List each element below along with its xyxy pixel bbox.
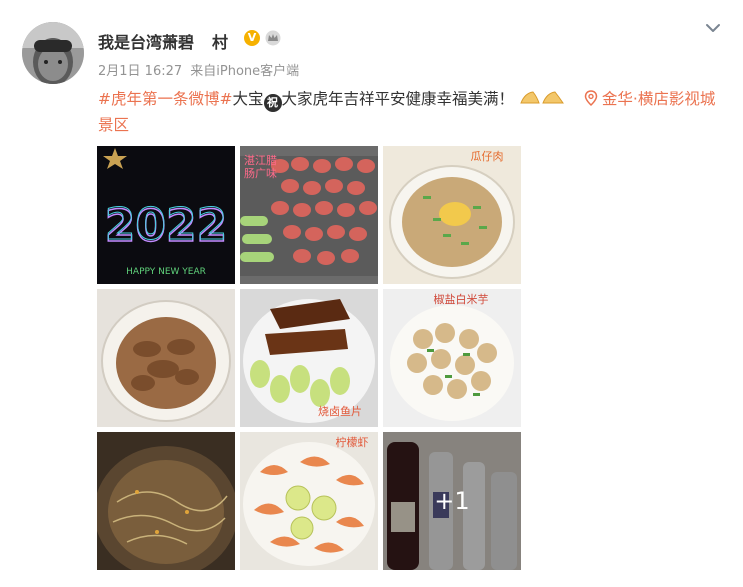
post-image-5[interactable]: 烧卤鱼片 bbox=[240, 289, 378, 427]
user-name-main[interactable]: 我是台湾萧碧 bbox=[98, 33, 194, 52]
post-image-3[interactable]: 瓜仔肉 bbox=[383, 146, 521, 284]
new-year-caption: HAPPY NEW YEAR bbox=[126, 267, 206, 277]
user-name-suffix[interactable]: 村 bbox=[212, 33, 228, 52]
post-text: #虎年第一条微博#大宝祝大家虎年吉祥平安健康幸福美满！ 金华·横店影视城景区 bbox=[98, 86, 728, 138]
image-8-note: 柠檬虾 bbox=[336, 435, 369, 449]
avatar[interactable] bbox=[22, 22, 84, 84]
post-source: 来自iPhone客户端 bbox=[190, 64, 300, 79]
verified-badge-icon: V bbox=[244, 30, 260, 46]
image-3-note: 瓜仔肉 bbox=[471, 150, 504, 163]
praying-hands-icon bbox=[520, 91, 564, 104]
text-part-2: 大家虎年吉祥平安健康幸福美满！ bbox=[281, 90, 515, 108]
chevron-down-icon[interactable] bbox=[705, 22, 721, 34]
crown-icon bbox=[265, 30, 281, 46]
image-6-note: 椒盐白米芋 bbox=[434, 292, 489, 306]
more-images-count: +1 bbox=[434, 487, 470, 515]
location-pin-icon bbox=[584, 90, 598, 107]
post-image-9[interactable]: +1 bbox=[383, 432, 521, 570]
user-badges: V bbox=[244, 30, 282, 46]
svg-text:2022: 2022 bbox=[105, 199, 227, 250]
post-image-7[interactable] bbox=[97, 432, 235, 570]
post-image-8[interactable]: 柠檬虾 bbox=[240, 432, 378, 570]
image-2-note: 湛江腊肠广味 bbox=[244, 154, 277, 180]
zhu-emoji-icon: 祝 bbox=[263, 94, 282, 112]
post-image-1[interactable]: 2022 2022 HAPPY NEW YEAR bbox=[97, 146, 235, 284]
text-part-1: 大宝 bbox=[232, 90, 264, 108]
more-images-overlay[interactable]: +1 bbox=[383, 432, 521, 570]
post-image-6[interactable]: 椒盐白米芋 bbox=[383, 289, 521, 427]
image-5-note: 烧卤鱼片 bbox=[318, 404, 362, 418]
post-image-4[interactable] bbox=[97, 289, 235, 427]
post-image-2[interactable]: 湛江腊肠广味 bbox=[240, 146, 378, 284]
post-time[interactable]: 2月1日 16:27 bbox=[98, 64, 182, 79]
hashtag-link[interactable]: #虎年第一条微博# bbox=[98, 90, 232, 108]
weibo-post-card: 我是台湾萧碧村 V 2月1日 16:27 来自iPhone客户端 #虎年第一条微… bbox=[0, 0, 743, 587]
user-name[interactable]: 我是台湾萧碧村 bbox=[98, 29, 228, 53]
post-meta: 2月1日 16:27 来自iPhone客户端 bbox=[98, 60, 299, 79]
